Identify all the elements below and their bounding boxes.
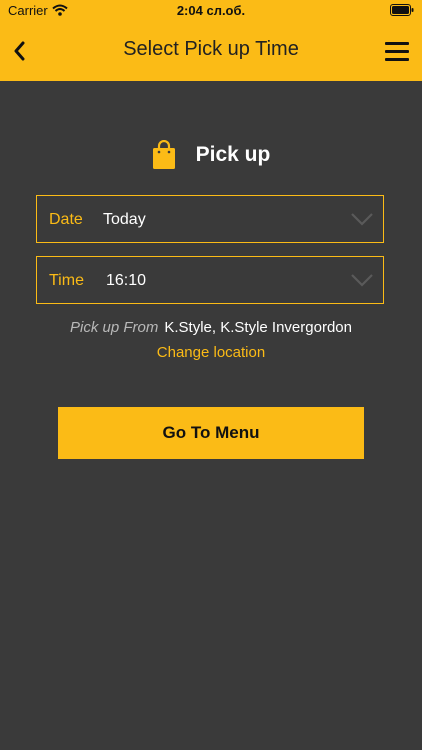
go-to-menu-button[interactable]: Go To Menu <box>58 407 364 459</box>
hamburger-menu-icon <box>385 57 409 61</box>
chevron-down-icon <box>351 213 373 226</box>
date-select[interactable]: Date Today <box>36 195 384 243</box>
pickup-from-label: Pick up From <box>70 319 159 336</box>
status-clock: 2:04 сл.об. <box>176 3 246 18</box>
date-value: Today <box>103 211 146 228</box>
pickup-heading: Pick up <box>0 137 422 173</box>
battery-icon <box>390 4 414 16</box>
menu-button[interactable] <box>382 37 412 65</box>
pickup-label: Pick up <box>195 143 271 166</box>
change-location-link[interactable]: Change location <box>0 344 422 361</box>
app-header: Carrier 2:04 сл.об. Select Pick up Time <box>0 0 422 81</box>
hamburger-menu-icon <box>385 41 409 45</box>
shopping-bag-icon <box>152 140 175 169</box>
status-bar: Carrier 2:04 сл.об. <box>0 0 422 22</box>
date-label: Date <box>49 211 83 228</box>
pickup-location-value: K.Style, K.Style Invergordon <box>164 319 352 336</box>
pickup-location: Pick up From K.Style, K.Style Invergordon <box>0 319 422 336</box>
page-title: Select Pick up Time <box>123 38 299 60</box>
hamburger-menu-icon <box>385 49 409 53</box>
chevron-down-icon <box>351 274 373 287</box>
time-select[interactable]: Time 16:10 <box>36 256 384 304</box>
navigation-bar: Select Pick up Time <box>0 22 422 81</box>
time-label: Time <box>49 272 84 289</box>
time-value: 16:10 <box>106 272 147 289</box>
